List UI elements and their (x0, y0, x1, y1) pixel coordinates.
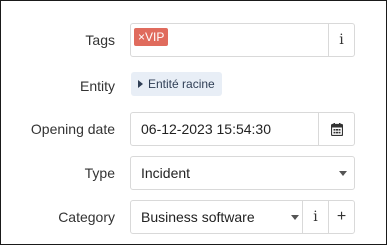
category-select[interactable]: Business software i + (130, 200, 355, 234)
category-label: Category (58, 209, 115, 225)
calendar-button[interactable] (318, 113, 354, 145)
type-select[interactable]: Incident (130, 156, 355, 190)
chevron-down-icon (291, 215, 299, 220)
info-icon: i (313, 209, 318, 225)
chevron-down-icon (339, 171, 347, 176)
category-add-button[interactable]: + (328, 201, 354, 233)
tags-label: Tags (85, 32, 115, 48)
tags-input[interactable]: ×VIP i (130, 23, 355, 57)
opening-date-label: Opening date (30, 121, 115, 137)
plus-icon: + (336, 208, 347, 225)
opening-date-input[interactable]: 06-12-2023 15:54:30 (130, 112, 355, 146)
info-icon: i (339, 32, 344, 48)
category-info-button[interactable]: i (302, 201, 328, 233)
caret-right-icon (138, 80, 143, 88)
entity-value: Entité racine (148, 77, 215, 91)
opening-date-value[interactable]: 06-12-2023 15:54:30 (131, 113, 321, 145)
calendar-icon (330, 122, 343, 136)
entity-badge[interactable]: Entité racine (131, 72, 222, 96)
tags-row: Tags ×VIP i (0, 23, 387, 57)
type-value: Incident (141, 165, 191, 181)
tags-info-button[interactable]: i (328, 24, 354, 56)
category-value: Business software (141, 209, 255, 225)
entity-label: Entity (79, 78, 115, 94)
type-label: Type (84, 165, 115, 181)
tag-chip-vip[interactable]: ×VIP (134, 28, 169, 46)
